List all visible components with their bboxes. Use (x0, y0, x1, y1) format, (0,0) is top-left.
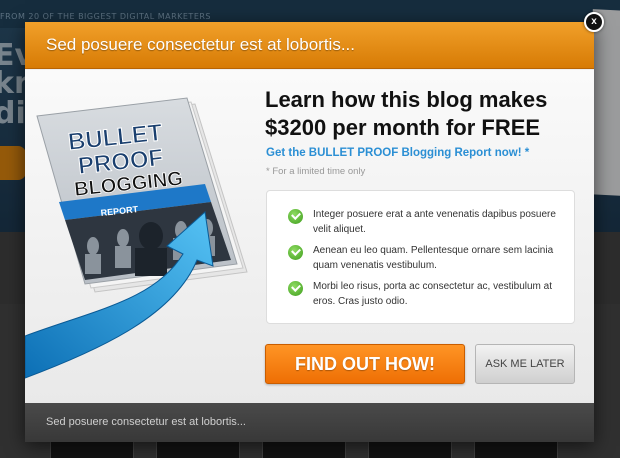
check-icon (288, 209, 303, 224)
popup-footer-text: Sed posuere consectetur est at lobortis.… (46, 416, 246, 428)
popup-body: BULLET PROOF BLOGGING REPORT Learn how t… (25, 70, 594, 403)
find-out-how-label: FIND OUT HOW! (295, 354, 435, 374)
find-out-how-button[interactable]: FIND OUT HOW! (265, 344, 465, 384)
feature-list: Integer posuere erat a ante venenatis da… (266, 190, 575, 324)
feature-text: Integer posuere erat a ante venenatis da… (313, 209, 556, 235)
limited-time-note: * For a limited time only (266, 166, 366, 177)
ask-me-later-button[interactable]: ASK ME LATER (475, 344, 575, 384)
list-item: Integer posuere erat a ante venenatis da… (288, 207, 558, 237)
feature-text: Morbi leo risus, porta ac consectetur ac… (313, 281, 552, 307)
popup-subheadline: Get the BULLET PROOF Blogging Report now… (266, 147, 530, 159)
popup-header-title: Sed posuere consectetur est at lobortis.… (46, 35, 356, 54)
report-cover-illustration: BULLET PROOF BLOGGING REPORT (25, 97, 248, 379)
check-icon (288, 281, 303, 296)
popup-footer: Sed posuere consectetur est at lobortis.… (25, 403, 594, 442)
close-button[interactable]: x (584, 12, 604, 32)
feature-text: Aenean eu leo quam. Pellentesque ornare … (313, 245, 554, 271)
popup-header: Sed posuere consectetur est at lobortis.… (25, 22, 594, 69)
optin-popup: Sed posuere consectetur est at lobortis.… (25, 22, 594, 442)
popup-headline: Learn how this blog makes $3200 per mont… (265, 87, 548, 140)
list-item: Morbi leo risus, porta ac consectetur ac… (288, 279, 558, 309)
list-item: Aenean eu leo quam. Pellentesque ornare … (288, 243, 558, 273)
ask-me-later-label: ASK ME LATER (485, 358, 565, 370)
check-icon (288, 245, 303, 260)
